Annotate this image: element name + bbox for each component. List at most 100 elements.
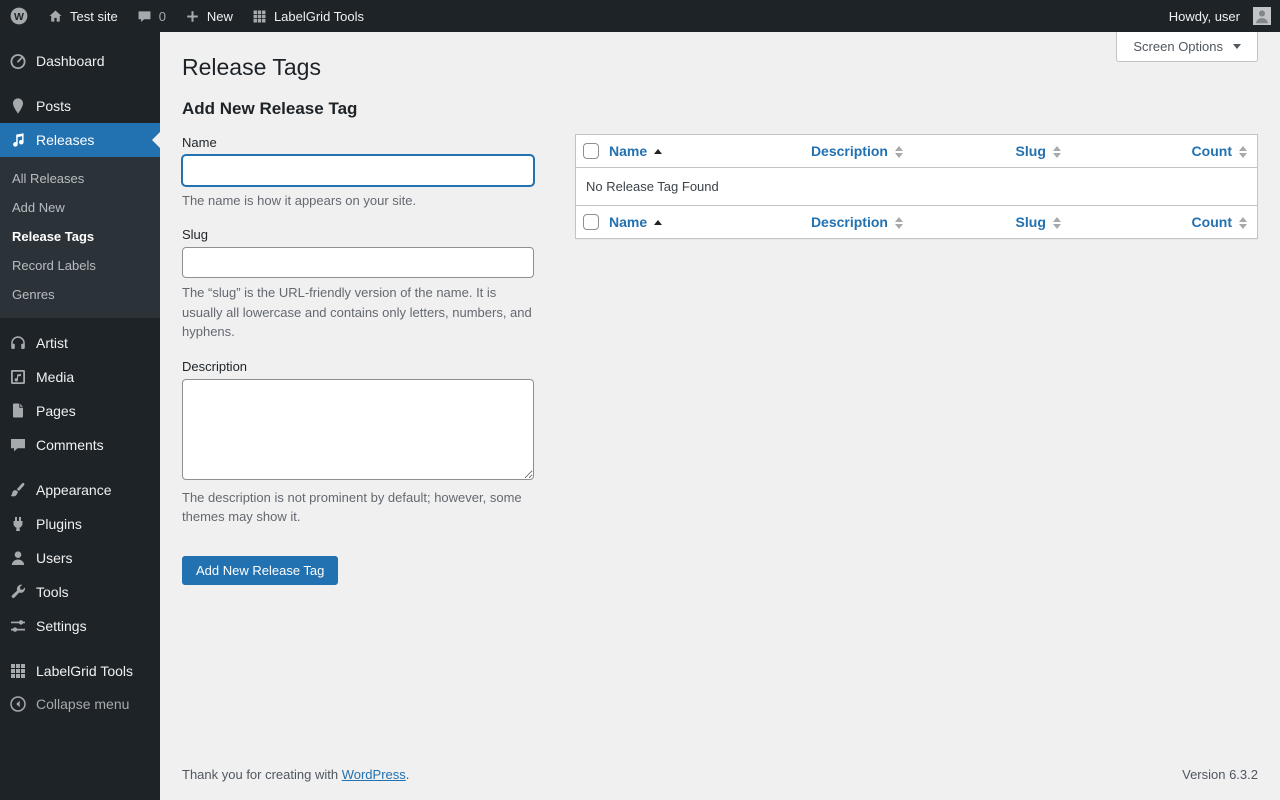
- admin-bar-right: Howdy, user: [1160, 0, 1280, 32]
- submenu-item-record-labels[interactable]: Record Labels: [0, 251, 160, 280]
- plus-icon: [184, 8, 201, 25]
- description-textarea[interactable]: [182, 379, 534, 480]
- submenu-item-genres[interactable]: Genres: [0, 280, 160, 309]
- admin-menu: Dashboard Posts Releases: [0, 44, 160, 720]
- sidebar-item-tools[interactable]: Tools: [0, 575, 160, 609]
- sidebar-item-labelgrid-tools[interactable]: LabelGrid Tools: [0, 654, 160, 688]
- site-name-link[interactable]: Test site: [38, 0, 127, 32]
- footer-column-header-slug: Slug: [1006, 205, 1182, 238]
- footer-sort-by-count-link[interactable]: Count: [1192, 214, 1247, 230]
- slug-help-text: The “slug” is the URL-friendly version o…: [182, 283, 534, 342]
- screen-options-button[interactable]: Screen Options: [1116, 32, 1258, 62]
- sidebar-item-settings[interactable]: Settings: [0, 609, 160, 643]
- comments-link[interactable]: 0: [127, 0, 175, 32]
- sidebar-item-dashboard[interactable]: Dashboard: [0, 44, 160, 78]
- sidebar-item-plugins[interactable]: Plugins: [0, 507, 160, 541]
- sidebar-item-artist[interactable]: Artist: [0, 326, 160, 360]
- sidebar-item-appearance[interactable]: Appearance: [0, 473, 160, 507]
- sidebar-item-pages[interactable]: Pages: [0, 394, 160, 428]
- sort-by-description-link[interactable]: Description: [811, 143, 903, 159]
- select-all-checkbox-footer[interactable]: [583, 214, 599, 230]
- collapse-menu-label: Collapse menu: [36, 696, 129, 712]
- labelgrid-tools-toolbar-link[interactable]: LabelGrid Tools: [242, 0, 373, 32]
- comments-bubble-icon: [136, 8, 153, 25]
- sidebar-label-comments: Comments: [36, 437, 104, 453]
- sort-by-name-link[interactable]: Name: [609, 143, 662, 159]
- name-input[interactable]: [182, 155, 534, 186]
- sidebar-label-labelgrid-tools: LabelGrid Tools: [36, 663, 133, 679]
- users-icon: [8, 548, 28, 568]
- tags-list-column: Name Description: [575, 99, 1258, 239]
- description-help-text: The description is not prominent by defa…: [182, 488, 534, 527]
- column-header-description: Description: [801, 134, 1006, 167]
- sort-by-slug-link[interactable]: Slug: [1016, 143, 1061, 159]
- column-label-description: Description: [811, 143, 888, 159]
- table-header-row: Name Description: [576, 134, 1258, 167]
- sort-indicator: [895, 217, 903, 229]
- sort-indicator: [1053, 146, 1061, 158]
- column-header-slug: Slug: [1006, 134, 1182, 167]
- submenu-item-release-tags[interactable]: Release Tags: [0, 222, 160, 251]
- sidebar-item-media[interactable]: Media: [0, 360, 160, 394]
- submenu-item-all-releases[interactable]: All Releases: [0, 164, 160, 193]
- sidebar-item-posts[interactable]: Posts: [0, 89, 160, 123]
- slug-input[interactable]: [182, 247, 534, 278]
- admin-footer: Thank you for creating with WordPress. V…: [182, 755, 1258, 790]
- description-field-group: Description The description is not promi…: [182, 359, 534, 527]
- slug-field-group: Slug The “slug” is the URL-friendly vers…: [182, 227, 534, 342]
- pages-icon: [8, 401, 28, 421]
- footer-sort-by-name-link[interactable]: Name: [609, 214, 662, 230]
- collapse-menu-button[interactable]: Collapse menu: [0, 688, 160, 720]
- comments-count: 0: [159, 9, 166, 24]
- settings-sliders-icon: [8, 616, 28, 636]
- chevron-down-icon: [1233, 44, 1241, 49]
- footer-version: Version 6.3.2: [1182, 767, 1258, 782]
- sort-indicator: [895, 146, 903, 158]
- sidebar-item-comments[interactable]: Comments: [0, 428, 160, 462]
- sidebar-label-pages: Pages: [36, 403, 76, 419]
- sidebar-item-users[interactable]: Users: [0, 541, 160, 575]
- footer-column-label-slug: Slug: [1016, 214, 1046, 230]
- svg-text:W: W: [14, 11, 24, 23]
- releases-submenu: All Releases Add New Release Tags Record…: [0, 157, 160, 318]
- wordpress-link[interactable]: WordPress: [342, 767, 406, 782]
- sidebar-item-releases[interactable]: Releases: [0, 123, 160, 157]
- header-checkbox-cell: [576, 134, 600, 167]
- sidebar-label-appearance: Appearance: [36, 482, 112, 498]
- sort-indicator-asc: [654, 220, 662, 225]
- footer-sort-by-description-link[interactable]: Description: [811, 214, 903, 230]
- submenu-item-add-new[interactable]: Add New: [0, 193, 160, 222]
- footer-thanks-text: Thank you for creating with: [182, 767, 338, 782]
- select-all-checkbox[interactable]: [583, 143, 599, 159]
- labelgrid-toolbar-label: LabelGrid Tools: [274, 9, 364, 24]
- add-tag-form: Add New Release Tag Name The name is how…: [182, 99, 534, 585]
- sidebar-label-posts: Posts: [36, 98, 71, 114]
- new-content-link[interactable]: New: [175, 0, 242, 32]
- menu-separator: [0, 78, 160, 89]
- sort-by-count-link[interactable]: Count: [1192, 143, 1247, 159]
- footer-column-label-count: Count: [1192, 214, 1232, 230]
- sort-indicator: [1053, 217, 1061, 229]
- grid-icon: [8, 661, 28, 681]
- site-name-label: Test site: [70, 9, 118, 24]
- footer-sort-by-slug-link[interactable]: Slug: [1016, 214, 1061, 230]
- comment-icon: [8, 435, 28, 455]
- column-header-count: Count: [1182, 134, 1258, 167]
- admin-bar: W Test site 0 New LabelGrid Tools: [0, 0, 1280, 32]
- name-label: Name: [182, 135, 534, 150]
- sort-indicator-asc: [654, 149, 662, 154]
- account-menu[interactable]: Howdy, user: [1160, 0, 1280, 32]
- page-title: Release Tags: [182, 53, 1258, 83]
- screen-options-label: Screen Options: [1133, 39, 1223, 54]
- sidebar-label-users: Users: [36, 550, 73, 566]
- admin-bar-left: W Test site 0 New LabelGrid Tools: [0, 0, 373, 32]
- wordpress-logo-menu[interactable]: W: [0, 0, 38, 32]
- column-label-count: Count: [1192, 143, 1232, 159]
- release-tags-table: Name Description: [575, 134, 1258, 239]
- empty-row: No Release Tag Found: [576, 167, 1258, 205]
- collapse-arrow-icon: [8, 694, 28, 714]
- footer-checkbox-cell: [576, 205, 600, 238]
- add-new-release-tag-button[interactable]: Add New Release Tag: [182, 556, 338, 585]
- slug-label: Slug: [182, 227, 534, 242]
- sidebar-label-releases: Releases: [36, 132, 94, 148]
